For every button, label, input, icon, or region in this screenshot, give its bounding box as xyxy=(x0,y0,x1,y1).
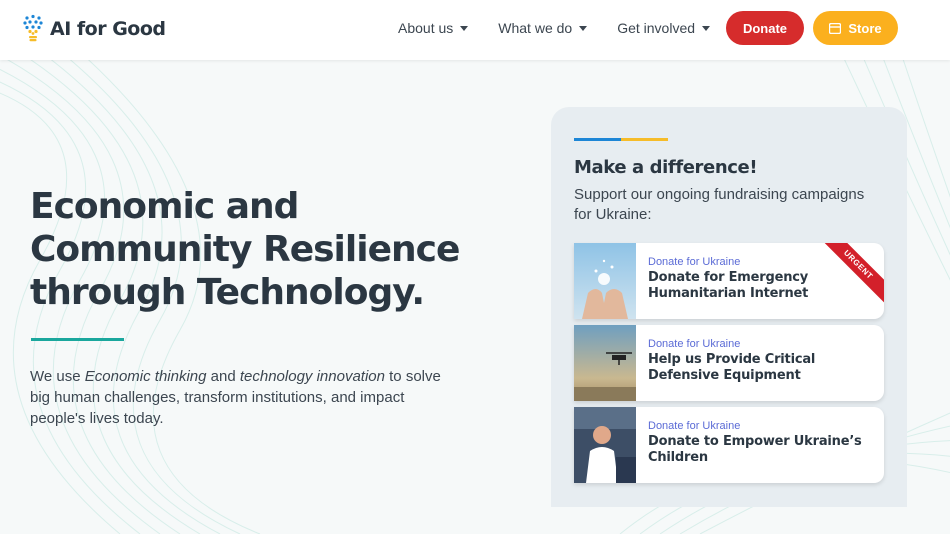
fundraising-panel: Make a difference! Support our ongoing f… xyxy=(551,107,907,507)
campaign-image-drone xyxy=(574,325,636,401)
nav-what-we-do[interactable]: What we do xyxy=(498,20,588,36)
campaign-kicker: Donate for Ukraine xyxy=(648,420,741,432)
urgent-badge: URGENT xyxy=(824,243,884,303)
campaign-title: Help us Provide Critical Defensive Equip… xyxy=(648,352,816,383)
nav-about-us-label: About us xyxy=(398,20,454,36)
store-icon xyxy=(829,22,842,34)
nav-what-we-do-label: What we do xyxy=(498,20,573,36)
nav-about-us[interactable]: About us xyxy=(398,20,469,36)
campaign-kicker: Donate for Ukraine xyxy=(648,256,741,268)
hero-desc-part: and xyxy=(206,368,240,385)
campaign-image-hands xyxy=(574,243,636,319)
hero-title: Economic and Community Resilience throug… xyxy=(30,185,490,314)
hero-description: We use Economic thinking and technology … xyxy=(30,366,450,429)
hero-title-line-3: through Technology. xyxy=(30,272,425,313)
campaign-card-children[interactable]: Donate for Ukraine Donate to Empower Ukr… xyxy=(574,407,884,483)
chevron-down-icon xyxy=(579,25,588,31)
site-header: AI for Good About us What we do Get invo… xyxy=(0,0,950,60)
lightbulb-logo-icon xyxy=(23,14,43,42)
donate-button[interactable]: Donate xyxy=(726,11,804,45)
campaign-kicker: Donate for Ukraine xyxy=(648,338,741,350)
chevron-down-icon xyxy=(702,25,711,31)
hero-title-line-2: Community Resilience xyxy=(30,229,460,270)
hero-desc-part: We use xyxy=(30,368,85,385)
hero-desc-emphasis: technology innovation xyxy=(239,368,385,385)
main-nav: About us What we do Get involved xyxy=(398,0,711,56)
store-button[interactable]: Store xyxy=(813,11,898,45)
campaign-card-defensive-equipment[interactable]: Donate for Ukraine Help us Provide Criti… xyxy=(574,325,884,401)
panel-subtitle: Support our ongoing fundraising campaign… xyxy=(574,186,865,223)
campaign-card-internet[interactable]: Donate for Ukraine Donate for Emergency … xyxy=(574,243,884,319)
panel-title: Make a difference! xyxy=(574,157,758,178)
flag-blue-segment xyxy=(574,138,621,141)
urgent-ribbon: URGENT xyxy=(824,243,884,303)
campaign-title: Donate to Empower Ukraine’s Children xyxy=(648,434,862,465)
hero-divider xyxy=(31,338,124,341)
campaign-image-children xyxy=(574,407,636,483)
ukraine-flag-bar xyxy=(574,138,668,141)
logo-text: AI for Good xyxy=(50,18,166,40)
hero-desc-emphasis: Economic thinking xyxy=(84,368,207,385)
store-button-label: Store xyxy=(848,20,882,36)
nav-get-involved[interactable]: Get involved xyxy=(617,20,711,36)
hero-title-line-1: Economic and xyxy=(30,186,299,227)
nav-get-involved-label: Get involved xyxy=(617,20,696,36)
logo-link[interactable]: AI for Good xyxy=(22,13,166,45)
chevron-down-icon xyxy=(460,25,469,31)
flag-yellow-segment xyxy=(621,138,668,141)
